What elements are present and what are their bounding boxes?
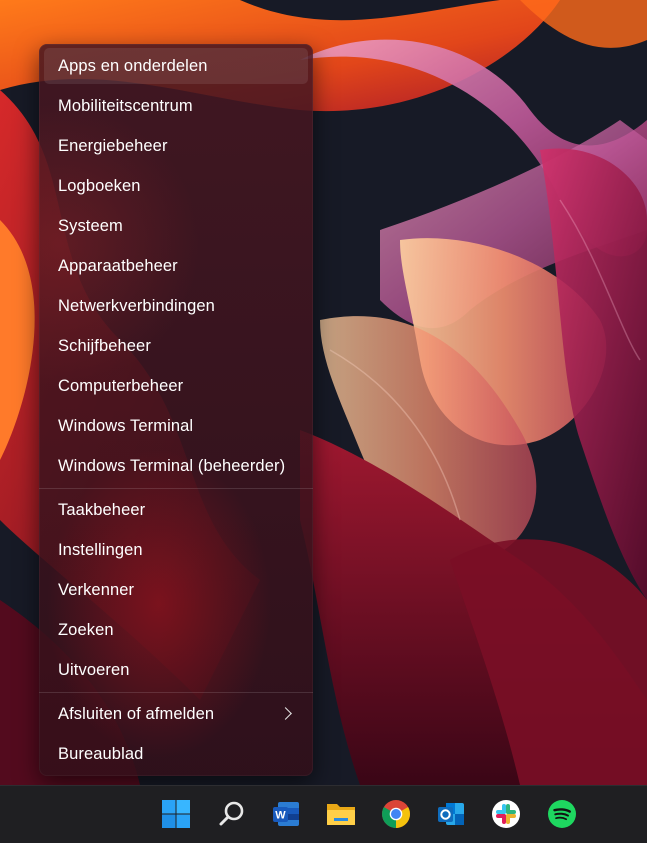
taskbar: W <box>0 785 647 843</box>
menu-item-label: Apparaatbeheer <box>58 256 178 275</box>
menu-item-schijfbeheer[interactable]: Schijfbeheer <box>44 328 308 364</box>
menu-item-label: Energiebeheer <box>58 136 168 155</box>
outlook-icon[interactable] <box>434 797 468 831</box>
menu-item-instellingen[interactable]: Instellingen <box>44 532 308 568</box>
menu-item-label: Schijfbeheer <box>58 336 151 355</box>
menu-item-logboeken[interactable]: Logboeken <box>44 168 308 204</box>
menu-item-windows-terminal-admin[interactable]: Windows Terminal (beheerder) <box>44 448 308 484</box>
menu-item-label: Computerbeheer <box>58 376 184 395</box>
windows-start-icon[interactable] <box>159 797 193 831</box>
search-icon[interactable] <box>215 797 249 831</box>
menu-item-label: Instellingen <box>58 540 143 559</box>
menu-item-apps-en-onderdelen[interactable]: Apps en onderdelen <box>44 48 308 84</box>
menu-item-zoeken[interactable]: Zoeken <box>44 612 308 648</box>
menu-item-afsluiten-of-afmelden[interactable]: Afsluiten of afmelden <box>44 696 308 732</box>
slack-icon[interactable] <box>489 797 523 831</box>
menu-item-label: Taakbeheer <box>58 500 146 519</box>
menu-item-apparaatbeheer[interactable]: Apparaatbeheer <box>44 248 308 284</box>
menu-item-label: Systeem <box>58 216 123 235</box>
chrome-icon[interactable] <box>379 797 413 831</box>
menu-item-systeem[interactable]: Systeem <box>44 208 308 244</box>
menu-item-computerbeheer[interactable]: Computerbeheer <box>44 368 308 404</box>
menu-item-label: Apps en onderdelen <box>58 56 208 75</box>
file-explorer-icon[interactable] <box>324 797 358 831</box>
menu-item-netwerkverbindingen[interactable]: Netwerkverbindingen <box>44 288 308 324</box>
svg-text:W: W <box>275 810 286 822</box>
menu-item-label: Afsluiten of afmelden <box>58 704 215 723</box>
desktop: Apps en onderdelen Mobiliteitscentrum En… <box>0 0 647 843</box>
menu-item-label: Zoeken <box>58 620 114 639</box>
menu-item-label: Netwerkverbindingen <box>58 296 215 315</box>
menu-item-windows-terminal[interactable]: Windows Terminal <box>44 408 308 444</box>
menu-separator <box>39 488 313 489</box>
menu-item-label: Logboeken <box>58 176 141 195</box>
menu-item-mobiliteitscentrum[interactable]: Mobiliteitscentrum <box>44 88 308 124</box>
spotify-icon[interactable] <box>545 797 579 831</box>
menu-item-verkenner[interactable]: Verkenner <box>44 572 308 608</box>
menu-item-label: Mobiliteitscentrum <box>58 96 193 115</box>
menu-item-label: Verkenner <box>58 580 135 599</box>
menu-item-uitvoeren[interactable]: Uitvoeren <box>44 652 308 688</box>
menu-item-label: Uitvoeren <box>58 660 130 679</box>
menu-item-label: Bureaublad <box>58 744 144 763</box>
word-icon[interactable]: W <box>269 797 303 831</box>
menu-separator <box>39 692 313 693</box>
chevron-right-icon <box>279 707 292 720</box>
menu-item-taakbeheer[interactable]: Taakbeheer <box>44 492 308 528</box>
menu-item-label: Windows Terminal (beheerder) <box>58 456 286 475</box>
menu-item-bureaublad[interactable]: Bureaublad <box>44 736 308 772</box>
menu-item-label: Windows Terminal <box>58 416 194 435</box>
winx-context-menu: Apps en onderdelen Mobiliteitscentrum En… <box>39 44 313 776</box>
menu-item-energiebeheer[interactable]: Energiebeheer <box>44 128 308 164</box>
